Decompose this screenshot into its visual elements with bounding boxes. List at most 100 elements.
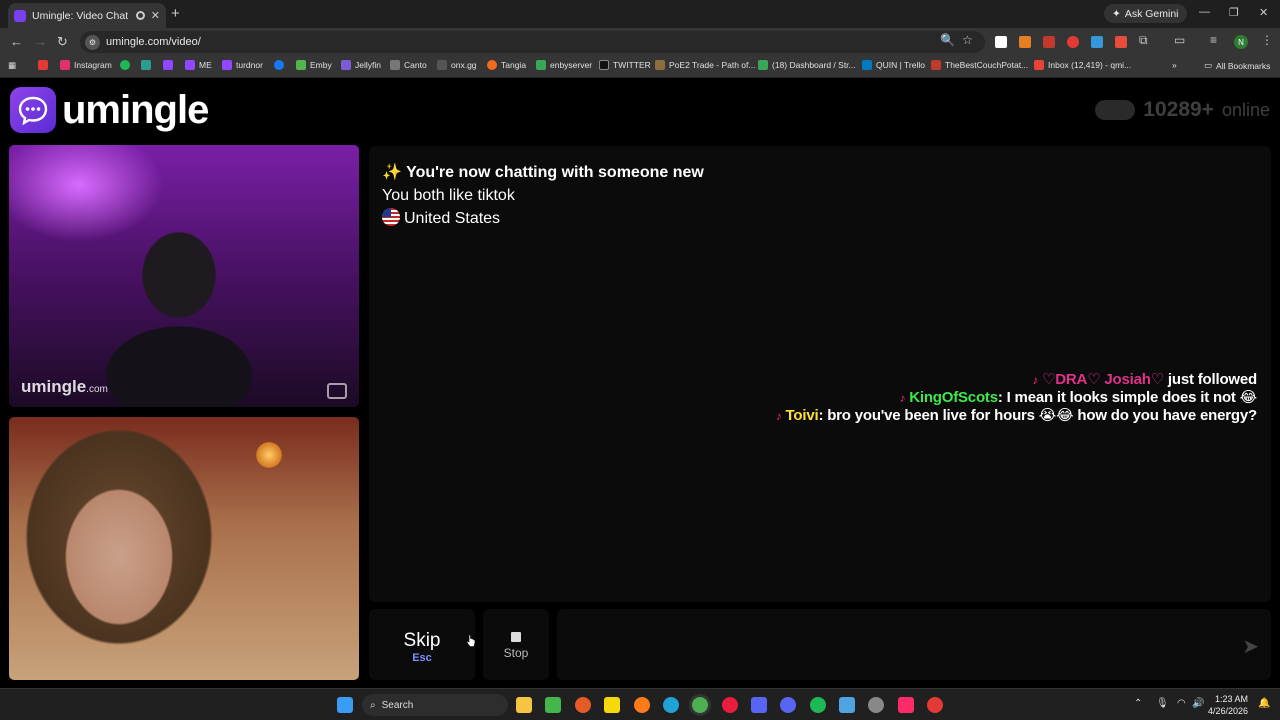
wifi-icon[interactable]: ◠ xyxy=(1177,698,1186,709)
bookmark-item[interactable]: TWITTER xyxy=(599,60,651,70)
teams-icon[interactable] xyxy=(751,697,767,713)
bookmark-item[interactable] xyxy=(274,60,284,70)
back-icon[interactable]: ← xyxy=(10,34,23,49)
watermark-tld: .com xyxy=(86,384,108,395)
bookmark-item[interactable] xyxy=(163,60,173,70)
browser-tab[interactable]: Umingle: Video Chat with S ✕ xyxy=(8,3,166,28)
site-info-icon[interactable]: ⚙ xyxy=(85,34,100,50)
youtube-icon xyxy=(38,60,48,70)
reload-icon[interactable]: ↻ xyxy=(57,34,68,50)
url-text: umingle.com/video/ xyxy=(106,36,201,48)
recorder-icon[interactable] xyxy=(927,697,943,713)
new-tab-button[interactable]: + xyxy=(171,5,180,22)
bookmark-item[interactable]: enbyserver xyxy=(536,60,592,70)
firefox-icon[interactable] xyxy=(634,697,650,713)
overlay-text: : I mean it looks simple does it not 😂 xyxy=(997,389,1257,406)
bookmark-item[interactable]: QUIN | Trello xyxy=(862,60,925,70)
watermark-brand: umingle xyxy=(21,377,87,396)
bookmarks-overflow-icon[interactable]: » xyxy=(1172,60,1177,70)
minimize-icon[interactable]: — xyxy=(1199,6,1210,18)
all-bookmarks-button[interactable]: ▭ All Bookmarks xyxy=(1204,60,1270,71)
overlay-line: ♪ Toivi: bro you've been live for hours … xyxy=(776,407,1257,425)
chat-panel: ✨ You're now chatting with someone new Y… xyxy=(369,146,1271,602)
maximize-icon[interactable]: ❐ xyxy=(1229,6,1239,19)
profile-avatar[interactable]: N xyxy=(1234,35,1248,49)
side-panel-icon[interactable]: ▭ xyxy=(1174,33,1185,47)
bookmark-item[interactable]: Emby xyxy=(296,60,332,70)
bookmark-item[interactable]: Inbox (12,419) - qmi... xyxy=(1034,60,1131,70)
online-label: online xyxy=(1221,99,1270,120)
tray-overflow-icon[interactable]: ⌃ xyxy=(1134,698,1142,709)
extension-fox-icon[interactable] xyxy=(1019,36,1031,48)
apps-grid-icon[interactable]: ▦ xyxy=(8,60,16,71)
obs-icon[interactable] xyxy=(868,697,884,713)
ask-gemini-button[interactable]: ✦ Ask Gemini xyxy=(1104,4,1187,23)
overlay-text: just followed xyxy=(1167,371,1257,388)
address-bar[interactable]: ⚙ umingle.com/video/ xyxy=(80,31,985,53)
extension-blue-icon[interactable] xyxy=(1091,36,1103,48)
microphone-icon[interactable]: 🎙 xyxy=(1156,698,1169,709)
discord-icon[interactable] xyxy=(780,697,796,713)
tab-close-icon[interactable]: ✕ xyxy=(151,9,160,22)
bookmark-item[interactable]: turdnor xyxy=(222,60,263,70)
spotify-taskbar-icon[interactable] xyxy=(810,697,826,713)
bookmark-item[interactable]: Jellyfin xyxy=(341,60,381,70)
common-interest: You both like tiktok xyxy=(382,187,515,204)
bookmark-item[interactable]: ME xyxy=(185,60,212,70)
bookmark-item[interactable]: (18) Dashboard / Str... xyxy=(758,60,856,70)
spotify-icon xyxy=(120,60,130,70)
extension-youtube-icon[interactable] xyxy=(1067,36,1079,48)
chrome-icon[interactable] xyxy=(692,697,708,713)
bookmark-item[interactable]: TheBestCouchPotat... xyxy=(931,60,1028,70)
canto-icon xyxy=(390,60,400,70)
close-window-icon[interactable]: ✕ xyxy=(1259,6,1268,19)
skip-label: Skip xyxy=(403,630,441,651)
stop-button[interactable]: Stop xyxy=(483,609,549,680)
bookmark-favicon xyxy=(60,60,70,70)
bookmark-item[interactable]: onx.gg xyxy=(437,60,477,70)
stop-label: Stop xyxy=(503,646,529,660)
edge-icon[interactable] xyxy=(663,697,679,713)
system-messages: ✨ You're now chatting with someone new Y… xyxy=(382,161,704,230)
extension-k-icon[interactable] xyxy=(995,36,1007,48)
report-flag-icon[interactable] xyxy=(327,383,347,399)
taskbar-search[interactable]: ⌕ Search xyxy=(362,694,508,716)
bookmark-label: Emby xyxy=(310,60,332,70)
bookmark-item[interactable] xyxy=(120,60,130,70)
media-control-icon[interactable]: ≡ xyxy=(1210,33,1217,47)
overlay-line: ♪ ♡DRA♡ Josiah♡ just followed xyxy=(776,371,1257,389)
tiktok-live-icon[interactable] xyxy=(898,697,914,713)
forward-icon[interactable]: → xyxy=(34,34,47,49)
extension-red-icon[interactable] xyxy=(1043,36,1055,48)
theme-toggle[interactable] xyxy=(1095,100,1136,120)
taskbar-clock[interactable]: 1:23 AM 4/26/2026 xyxy=(1208,693,1248,717)
opera-icon[interactable] xyxy=(722,697,738,713)
extension-adblock-icon[interactable] xyxy=(1115,36,1127,48)
umingle-logo[interactable]: umingle xyxy=(10,87,209,133)
bookmark-item[interactable]: Tangia xyxy=(487,60,526,70)
overlay-username: Toivi xyxy=(785,407,819,424)
message-composer: ➤ xyxy=(557,609,1271,680)
bookmark-item[interactable]: Instagram xyxy=(60,60,112,70)
notepad-icon[interactable] xyxy=(839,697,855,713)
logo-text: umingle xyxy=(62,87,209,132)
message-input[interactable] xyxy=(567,629,1207,659)
file-explorer-icon[interactable] xyxy=(516,697,532,713)
menu-kebab-icon[interactable]: ⋮ xyxy=(1261,33,1273,47)
media-player-icon[interactable] xyxy=(545,697,561,713)
skip-button[interactable]: Skip Esc xyxy=(369,609,475,680)
bookmark-item[interactable] xyxy=(141,60,151,70)
bookmark-label: (18) Dashboard / Str... xyxy=(772,60,856,70)
zoom-icon[interactable]: 🔍 xyxy=(940,33,955,47)
bookmark-item[interactable]: PoE2 Trade - Path of... xyxy=(655,60,755,70)
bookmark-item[interactable] xyxy=(38,60,48,70)
basketball-app-icon[interactable] xyxy=(575,697,591,713)
bookmark-item[interactable]: Canto xyxy=(390,60,427,70)
volume-icon[interactable]: 🔊 xyxy=(1192,698,1204,709)
send-icon[interactable]: ➤ xyxy=(1242,634,1259,659)
sticky-notes-icon[interactable] xyxy=(604,697,620,713)
bookmark-star-icon[interactable]: ☆ xyxy=(962,33,973,47)
notifications-icon[interactable]: 🔔 xyxy=(1258,698,1270,709)
extensions-puzzle-icon[interactable]: ⧉ xyxy=(1139,33,1148,48)
windows-start-icon[interactable] xyxy=(337,697,353,713)
